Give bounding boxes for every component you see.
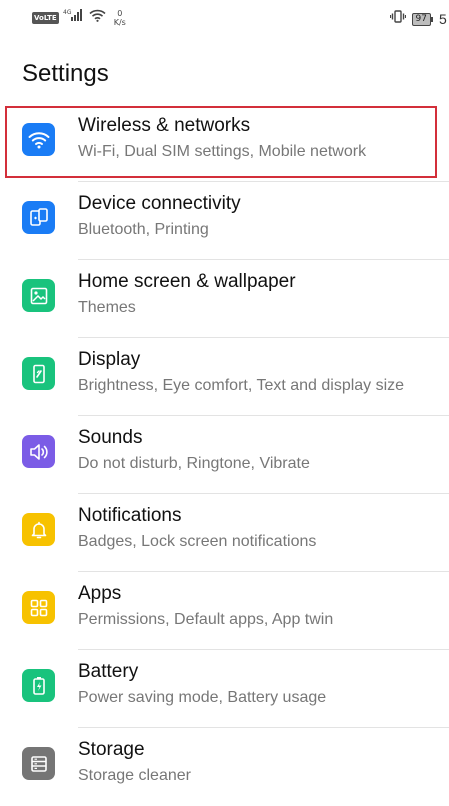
item-subtitle: Power saving mode, Battery usage: [78, 689, 327, 706]
settings-item-device-connectivity[interactable]: Device connectivity Bluetooth, Printing: [0, 182, 449, 260]
item-subtitle: Badges, Lock screen notifications: [78, 533, 317, 550]
settings-item-sounds[interactable]: Sounds Do not disturb, Ringtone, Vibrate: [0, 416, 449, 494]
item-subtitle: Themes: [78, 299, 136, 316]
network-type-label: 4G: [63, 9, 72, 16]
settings-list: Wireless & networks Wi-Fi, Dual SIM sett…: [0, 104, 449, 806]
settings-item-wireless-networks[interactable]: Wireless & networks Wi-Fi, Dual SIM sett…: [0, 104, 449, 182]
item-title: Sounds: [78, 427, 143, 448]
network-speed-value: 0: [117, 8, 123, 18]
network-speed: 0 K/s: [114, 9, 126, 27]
item-title: Battery: [78, 661, 139, 682]
status-bar: VoLTE 4G 0 K/s 97 5: [0, 0, 449, 40]
sound-icon: [22, 435, 55, 468]
device-connectivity-icon: [22, 201, 55, 234]
page-title: Settings: [22, 60, 109, 87]
status-bar-right: 97 5: [389, 10, 449, 28]
wifi-status-icon: [89, 9, 106, 27]
item-subtitle: Wi-Fi, Dual SIM settings, Mobile network: [78, 143, 367, 160]
settings-item-storage[interactable]: Storage Storage cleaner: [0, 728, 449, 806]
item-title: Storage: [78, 739, 145, 760]
battery-indicator: 97: [411, 12, 433, 26]
battery-icon: [22, 669, 55, 702]
settings-item-notifications[interactable]: Notifications Badges, Lock screen notifi…: [0, 494, 449, 572]
vibrate-icon: [389, 10, 406, 28]
item-subtitle: Permissions, Default apps, App twin: [78, 611, 334, 628]
wifi-icon: [22, 123, 55, 156]
bell-icon: [22, 513, 55, 546]
settings-item-apps[interactable]: Apps Permissions, Default apps, App twin: [0, 572, 449, 650]
item-subtitle: Do not disturb, Ringtone, Vibrate: [78, 455, 310, 472]
apps-grid-icon: [22, 591, 55, 624]
item-title: Apps: [78, 583, 122, 604]
item-title: Home screen & wallpaper: [78, 271, 296, 292]
item-title: Device connectivity: [78, 193, 241, 214]
signal-icon: 4G: [63, 8, 85, 27]
settings-item-home-screen-wallpaper[interactable]: Home screen & wallpaper Themes: [0, 260, 449, 338]
network-speed-unit: K/s: [113, 17, 126, 27]
clock: 5: [439, 11, 447, 27]
item-subtitle: Bluetooth, Printing: [78, 221, 209, 238]
storage-icon: [22, 747, 55, 780]
item-subtitle: Brightness, Eye comfort, Text and displa…: [78, 377, 405, 394]
settings-item-battery[interactable]: Battery Power saving mode, Battery usage: [0, 650, 449, 728]
battery-level: 97: [411, 12, 431, 26]
item-title: Display: [78, 349, 141, 370]
battery-tip: [431, 16, 433, 22]
status-bar-left: VoLTE 4G 0 K/s: [32, 8, 126, 27]
wallpaper-icon: [22, 279, 55, 312]
item-title: Wireless & networks: [78, 115, 251, 136]
item-title: Notifications: [78, 505, 182, 526]
volte-badge: VoLTE: [32, 11, 59, 24]
settings-item-display[interactable]: Display Brightness, Eye comfort, Text an…: [0, 338, 449, 416]
item-subtitle: Storage cleaner: [78, 767, 191, 784]
display-icon: [22, 357, 55, 390]
